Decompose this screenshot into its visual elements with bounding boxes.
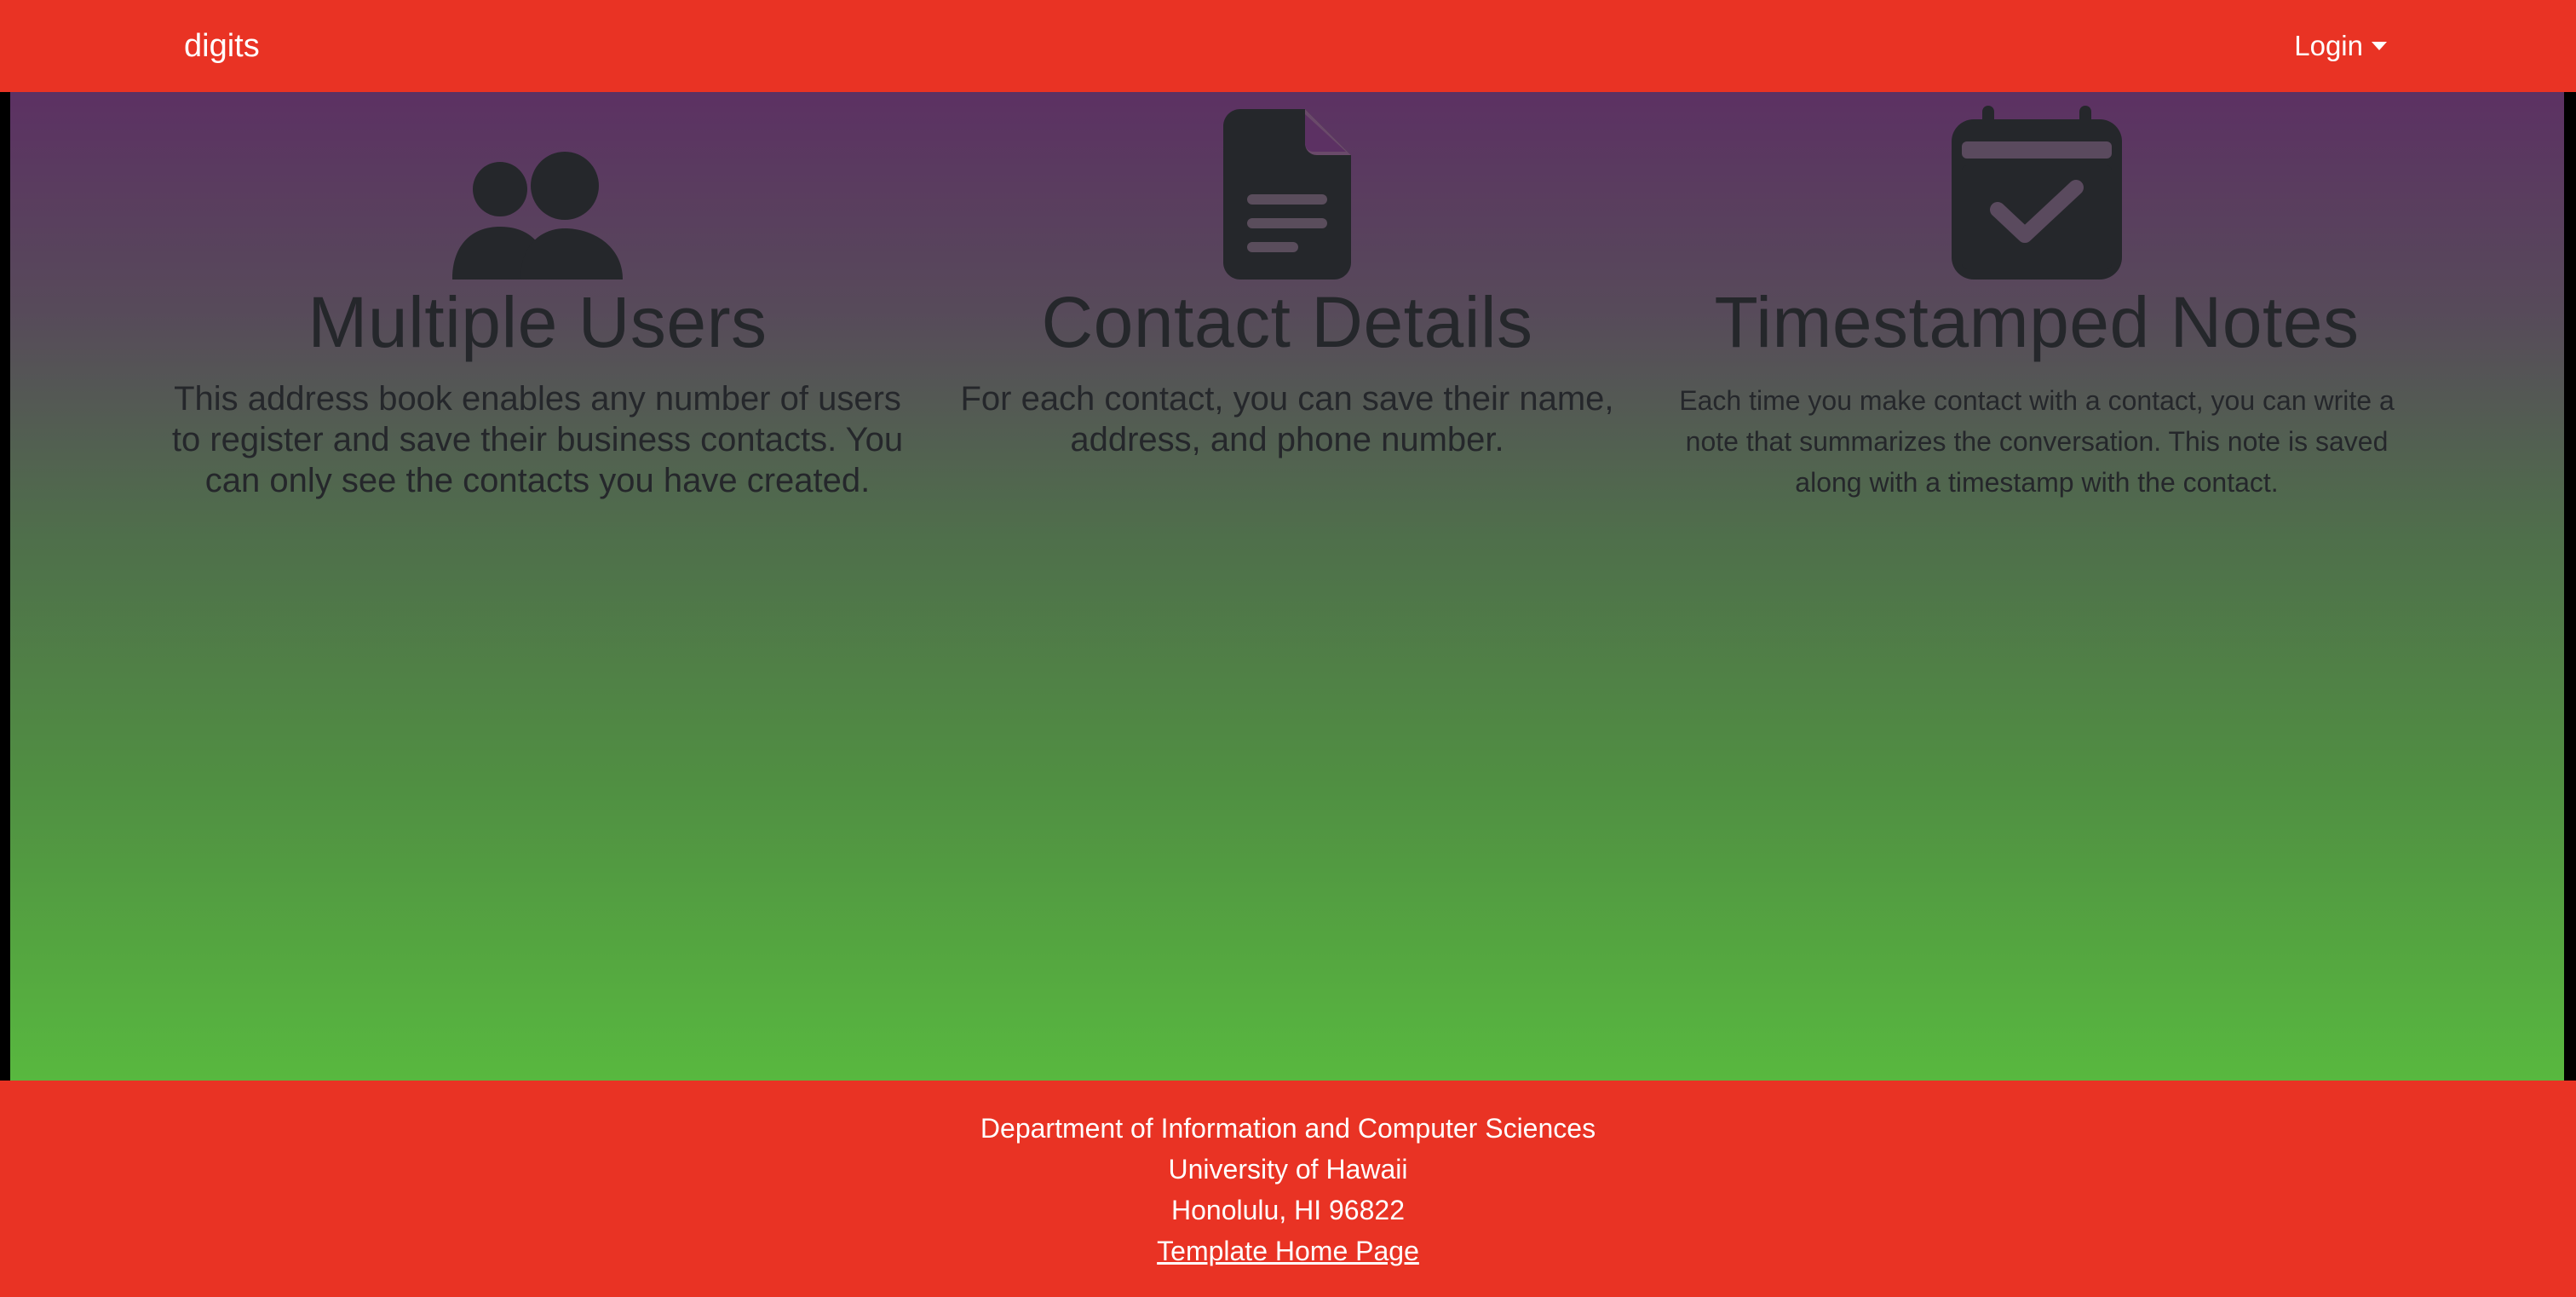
footer-university: University of Hawaii — [1168, 1154, 1408, 1185]
feature-title: Contact Details — [1041, 282, 1533, 362]
feature-timestamped-notes: Timestamped Notes Each time you make con… — [1662, 92, 2412, 503]
login-label: Login — [2294, 30, 2363, 61]
brand-link[interactable]: digits — [184, 28, 260, 65]
file-lines-icon — [1223, 92, 1351, 280]
landing-hero: Multiple Users This address book enables… — [10, 92, 2564, 1081]
feature-row: Multiple Users This address book enables… — [10, 92, 2564, 503]
feature-description: This address book enables any number of … — [171, 380, 904, 499]
template-home-link[interactable]: Template Home Page — [1157, 1231, 1419, 1271]
page: digits Login Multiple Users This address… — [0, 0, 2576, 1297]
feature-contact-details: Contact Details For each contact, you ca… — [912, 92, 1662, 503]
caret-down-icon — [2372, 42, 2387, 50]
feature-title: Multiple Users — [308, 282, 768, 362]
feature-title: Timestamped Notes — [1714, 282, 2360, 362]
users-icon — [452, 92, 623, 280]
login-dropdown[interactable]: Login — [2294, 30, 2387, 62]
feature-multiple-users: Multiple Users This address book enables… — [163, 92, 912, 503]
feature-description: For each contact, you can save their nam… — [960, 380, 1614, 458]
footer-address: Honolulu, HI 96822 — [1171, 1195, 1405, 1225]
footer-department: Department of Information and Computer S… — [980, 1113, 1596, 1144]
top-navbar: digits Login — [0, 0, 2576, 92]
page-footer: Department of Information and Computer S… — [0, 1081, 2576, 1297]
calendar-check-icon — [1952, 92, 2122, 280]
feature-description: Each time you make contact with a contac… — [1679, 385, 2395, 498]
